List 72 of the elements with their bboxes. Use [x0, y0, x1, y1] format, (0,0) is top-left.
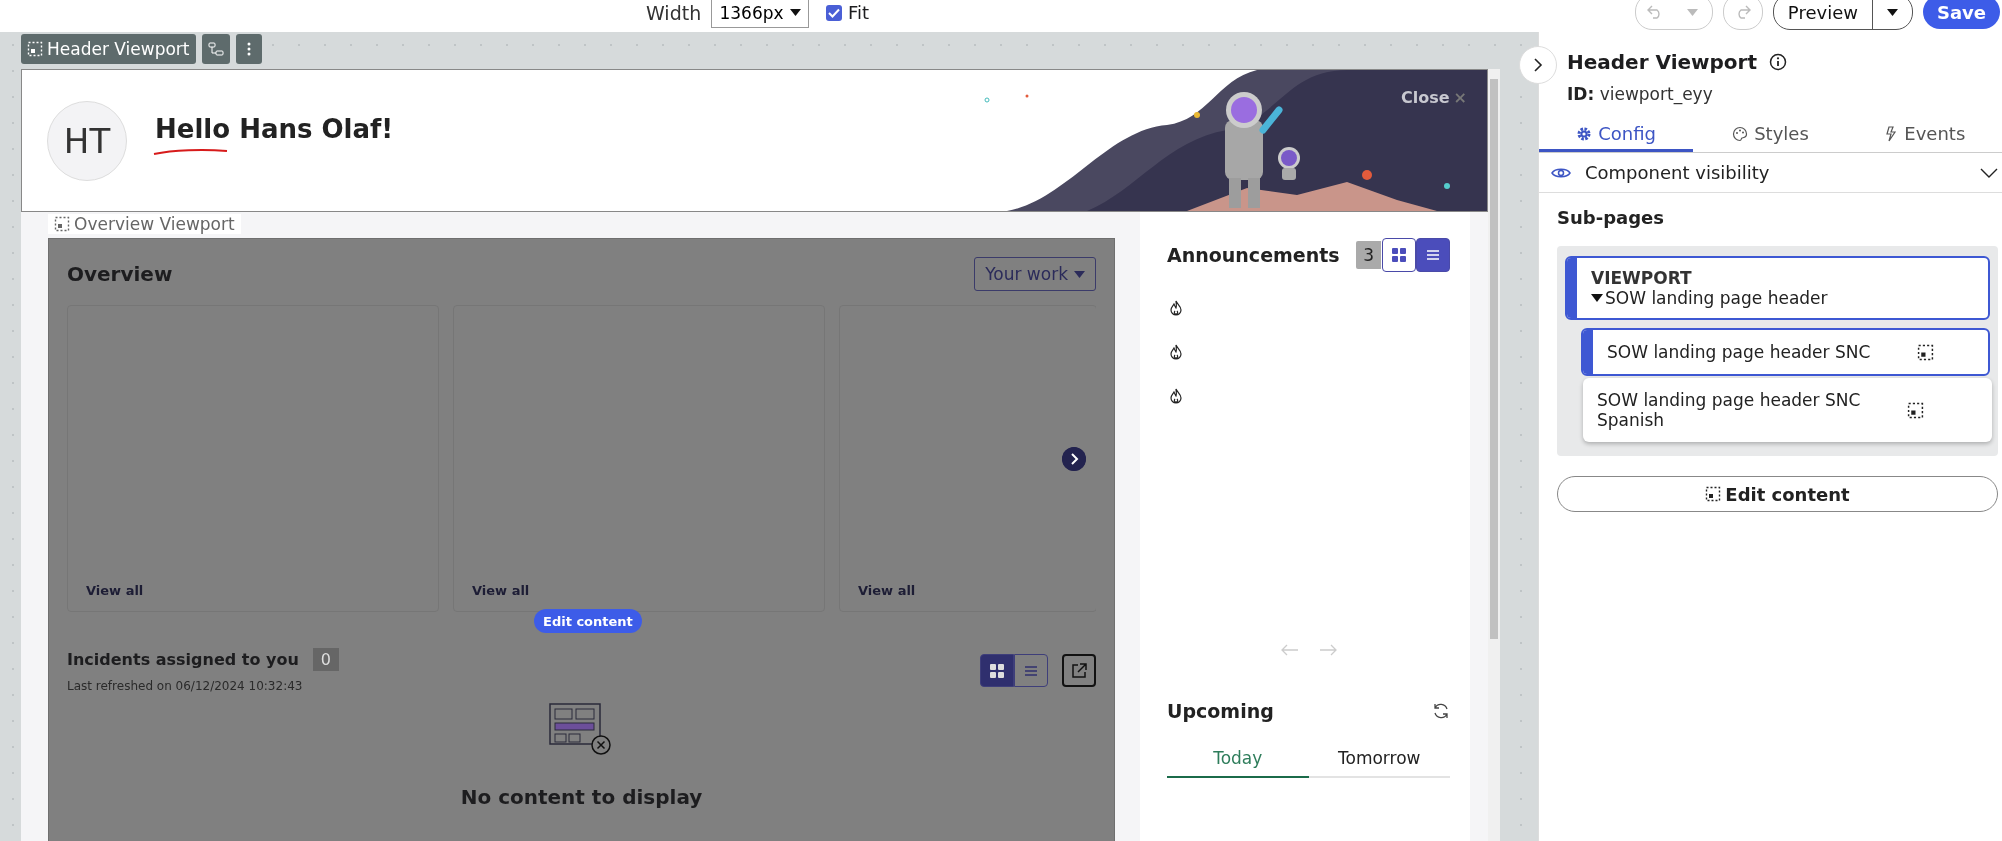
frame-icon [1907, 401, 1924, 419]
viewport-tag-label: Overview Viewport [74, 214, 235, 234]
panel-tab[interactable]: Styles [1693, 118, 1848, 152]
frame-icon [54, 216, 70, 232]
fit-label: Fit [848, 2, 870, 23]
save-button[interactable]: Save [1922, 0, 2000, 29]
frame-icon [1917, 343, 1934, 361]
open-external-button[interactable] [1062, 654, 1096, 687]
palette-icon [1732, 125, 1749, 142]
avatar: HT [47, 100, 127, 181]
incidents-title: Incidents assigned to you [67, 650, 299, 669]
fit-checkbox[interactable] [826, 4, 842, 21]
view-all-link[interactable]: View all [858, 583, 916, 598]
chevron-right-icon [1533, 58, 1543, 72]
next-icon[interactable] [1062, 447, 1086, 471]
sub-page-title: SOW landing page header SNC Spanish [1597, 390, 1862, 430]
upcoming-title: Upcoming [1167, 700, 1274, 722]
empty-state-text: No content to display [460, 785, 703, 809]
bolt-icon [1884, 125, 1899, 142]
component-visibility-row[interactable]: Component visibility [1539, 153, 2002, 193]
panel-tab[interactable]: Config [1539, 118, 1694, 152]
sub-page-item[interactable]: SOW landing page header SNC [1581, 328, 1990, 376]
frame-icon [27, 41, 43, 57]
day-tab[interactable]: Today [1167, 740, 1309, 778]
flame-icon [1169, 344, 1183, 360]
grid-icon [989, 662, 1005, 679]
width-dropdown[interactable]: 1366px [711, 0, 809, 28]
panel-title: Header Viewport [1567, 50, 1757, 74]
list-icon [1024, 664, 1038, 677]
grid-view-button[interactable] [1382, 238, 1416, 272]
count-badge: 0 [312, 648, 339, 671]
caret-icon [1687, 8, 1699, 16]
greeting-text: Hello Hans Olaf! [155, 113, 394, 144]
edit-content-button[interactable]: Edit content [534, 609, 642, 633]
sub-pages-title: Sub-pages [1557, 207, 1665, 228]
hierarchy-icon [207, 42, 224, 56]
close-button[interactable]: Close [1401, 88, 1450, 107]
more-button[interactable] [235, 34, 262, 64]
list-view-button[interactable] [1416, 238, 1450, 272]
view-all-link[interactable]: View all [472, 583, 530, 598]
caret-icon [789, 9, 801, 16]
sub-page-title: SOW landing page header SNC [1607, 342, 1872, 362]
component-id-text: ID: viewport_eyy [1567, 84, 1714, 104]
external-link-icon [1071, 662, 1087, 679]
last-refreshed-text: Last refreshed on 06/12/2024 10:32:43 [67, 679, 304, 693]
tree-button[interactable] [201, 34, 230, 64]
edit-content-button[interactable]: Edit content [1557, 476, 1998, 512]
info-icon[interactable] [1769, 53, 1787, 71]
count-badge: 3 [1356, 241, 1381, 269]
settings-icon [1576, 125, 1593, 142]
flame-icon [1169, 300, 1183, 316]
scrollbar-thumb[interactable] [1490, 79, 1498, 639]
view-all-link[interactable]: View all [86, 583, 144, 598]
caret-icon [1885, 8, 1899, 16]
caret-icon [1074, 270, 1085, 278]
overview-title: Overview [67, 262, 173, 286]
sub-page-item[interactable]: SOW landing page header SNC Spanish [1583, 378, 1992, 442]
caret-icon[interactable] [1591, 294, 1603, 302]
node-title: SOW landing page header [1605, 288, 1828, 308]
refresh-icon[interactable] [1432, 702, 1450, 720]
component-chip[interactable]: Header Viewport [21, 34, 196, 64]
flame-icon [1169, 388, 1183, 404]
width-label: Width [646, 2, 702, 24]
day-tab[interactable]: Tomorrow [1308, 740, 1450, 778]
frame-icon [1705, 486, 1722, 502]
list-icon [1426, 249, 1440, 261]
panel-tab[interactable]: Events [1847, 118, 2002, 152]
node-type-label: VIEWPORT [1591, 268, 1693, 288]
announcements-title: Announcements [1167, 244, 1340, 266]
viewport-node[interactable]: VIEWPORT SOW landing page header [1565, 256, 1990, 320]
grid-icon [1391, 247, 1407, 263]
grid-view-button[interactable] [980, 654, 1014, 687]
